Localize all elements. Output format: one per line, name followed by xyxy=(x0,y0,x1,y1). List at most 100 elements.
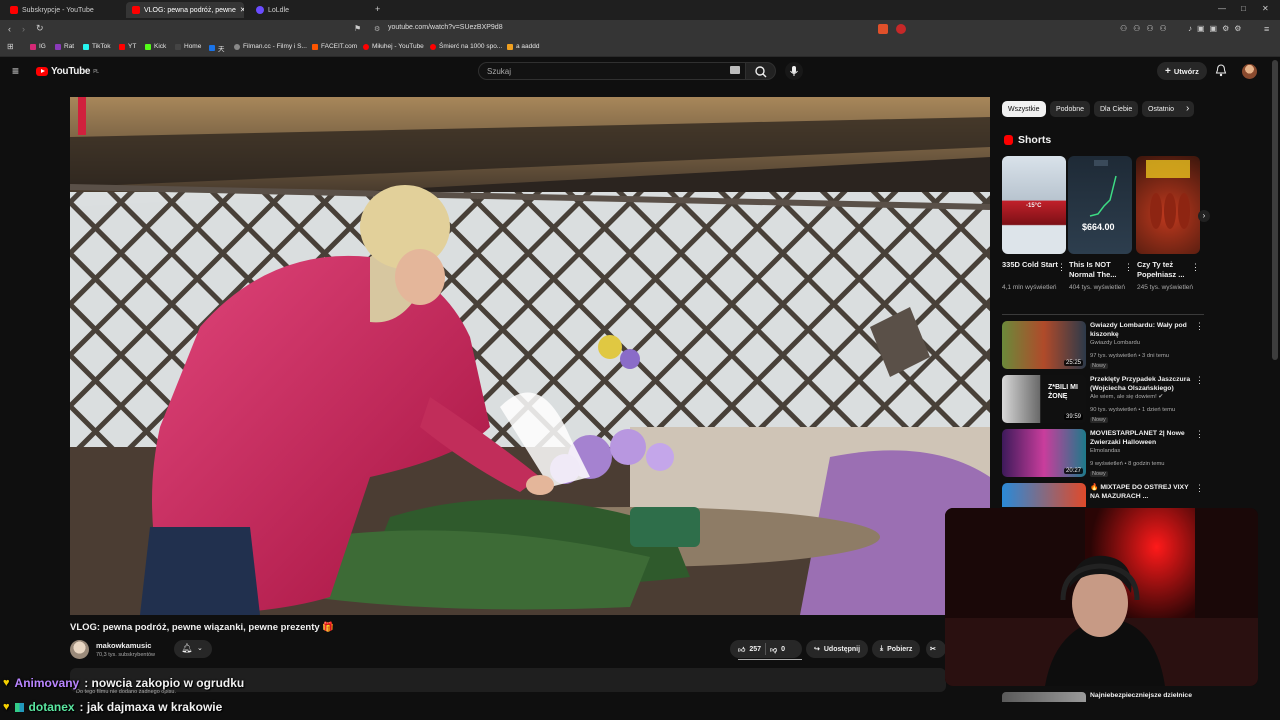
heart-badge-icon: ♥ xyxy=(3,701,10,713)
search-input[interactable]: Szukaj xyxy=(478,62,746,80)
bookmark-yt[interactable]: YT xyxy=(119,43,136,50)
video-thumbnail xyxy=(1002,483,1086,507)
chip-all[interactable]: Wszystkie xyxy=(1002,101,1046,117)
more-vert-icon[interactable]: ⋮ xyxy=(1195,483,1202,494)
bookmark-kick[interactable]: Kick xyxy=(145,43,166,50)
instagram-icon xyxy=(30,43,36,50)
like-ratio-bar xyxy=(738,659,802,660)
channel-name[interactable]: makowkamusic xyxy=(96,641,151,650)
bookmark-tiktok[interactable]: TikTok xyxy=(83,43,111,50)
menu-icon[interactable]: ≡ xyxy=(1264,24,1269,34)
video-frame xyxy=(70,97,990,615)
bookmark-miluhej[interactable]: Miłuhej - YouTube xyxy=(363,43,424,50)
divider xyxy=(1002,314,1204,315)
more-vert-icon[interactable]: ⋮ xyxy=(1195,429,1204,440)
kick-icon xyxy=(145,43,151,50)
chat-message: ♥ Animovany : nowcia zakopio w ogrudku xyxy=(3,676,244,690)
toolbar-icons[interactable]: ♪▣▣⚙⚙ xyxy=(1188,24,1246,33)
bookmark-faceit[interactable]: FACEIT.com xyxy=(312,43,357,50)
brave-shield-icon[interactable] xyxy=(878,24,888,34)
minimize-button[interactable]: — xyxy=(1218,4,1226,13)
youtube-favicon-icon xyxy=(10,6,18,14)
like-dislike-group: 👍︎ 257 👎︎ 0 xyxy=(730,640,802,658)
chevron-right-icon[interactable]: › xyxy=(1186,103,1189,114)
bookmark-aaddd[interactable]: a aaddd xyxy=(507,43,540,50)
url-field[interactable]: youtube.com/watch?v=SUezBXP9d8 xyxy=(388,24,503,31)
back-arrow-icon[interactable]: ‹ xyxy=(8,24,11,34)
divider xyxy=(765,643,767,655)
chip-for-you[interactable]: Dla Ciebie xyxy=(1094,101,1139,117)
browser-tab-vlog[interactable]: VLOG: pewna podróż, pewne ✕ xyxy=(126,2,244,18)
bookmark-tian[interactable]: 天 xyxy=(209,43,225,53)
youtube-favicon-icon xyxy=(132,6,140,14)
clip-button[interactable]: ✂ xyxy=(926,640,946,658)
loldle-favicon-icon xyxy=(256,6,264,14)
chip-related[interactable]: Podobne xyxy=(1050,101,1091,117)
recommended-video[interactable]: Z*BILI MI ŻONĘ 39:59 Przeklęty Przypadek… xyxy=(1002,375,1204,423)
more-vert-icon[interactable]: ⋮ xyxy=(1195,375,1204,386)
browser-tab-subscriptions[interactable]: Subskrypcje - YouTube xyxy=(4,2,124,18)
short-title[interactable]: This Is NOT Normal The... xyxy=(1069,260,1127,280)
voice-search-button[interactable] xyxy=(785,62,803,80)
short-views: 245 tys. wyświetleń xyxy=(1137,284,1193,291)
browser-tab-loldle[interactable]: LoLdle xyxy=(250,2,370,18)
bookmark-smierc[interactable]: Śmierć na 1000 spo... xyxy=(430,43,502,50)
site-info-icon[interactable]: ⚙ xyxy=(374,25,380,33)
chart-thumbnail-art xyxy=(1089,160,1117,217)
page-scrollbar[interactable] xyxy=(1272,60,1278,360)
youtube-icon xyxy=(363,43,369,50)
chevron-down-icon: ⌄ xyxy=(197,645,203,652)
youtube-icon xyxy=(119,43,125,50)
thumbs-up-icon[interactable]: 👍︎ xyxy=(738,645,745,654)
video-player[interactable] xyxy=(70,97,990,615)
bookmark-rat[interactable]: Rat xyxy=(55,43,74,50)
channel-avatar[interactable] xyxy=(70,640,89,659)
maximize-button[interactable]: □ xyxy=(1241,4,1246,13)
bookmark-filman[interactable]: Filman.cc - Filmy i S... xyxy=(234,43,307,50)
short-thumbnail[interactable]: $664.00 xyxy=(1068,156,1132,254)
short-title[interactable]: Czy Ty też Popełniasz ... xyxy=(1137,260,1195,280)
short-thumbnail[interactable] xyxy=(1136,156,1200,254)
video-thumbnail[interactable] xyxy=(1002,692,1086,702)
youtube-logo[interactable]: YouTube PL xyxy=(36,66,99,77)
rewards-icon[interactable] xyxy=(896,24,906,34)
keyboard-icon[interactable] xyxy=(730,66,740,74)
forward-arrow-icon[interactable]: › xyxy=(22,24,25,34)
x-icon xyxy=(175,43,181,50)
share-button[interactable]: ↪ Udostępnij xyxy=(806,640,869,658)
more-vert-icon[interactable]: ⋮ xyxy=(1195,321,1204,332)
bookmark-home[interactable]: Home xyxy=(175,43,201,50)
extensions-icon[interactable]: ⚇⚇⚇⚇ xyxy=(1120,24,1173,33)
search-button[interactable] xyxy=(746,62,776,80)
recommended-video[interactable]: 20:27 MOVIESTARPLANET 2| Nowe Zwierzaki … xyxy=(1002,429,1204,477)
close-window-button[interactable]: ✕ xyxy=(1262,4,1269,13)
thumbs-down-icon[interactable]: 👎︎ xyxy=(770,645,777,654)
dislike-count[interactable]: 0 xyxy=(781,646,785,653)
subscription-bell-button[interactable]: 🔔︎ ⌄ xyxy=(174,640,212,658)
recommended-video[interactable]: 25:25 Gwiazdy Lombardu: Wały pod kiszonk… xyxy=(1002,321,1204,369)
search-icon xyxy=(755,66,767,78)
close-tab-icon[interactable]: ✕ xyxy=(240,6,244,14)
like-count[interactable]: 257 xyxy=(749,646,761,653)
new-tab-button[interactable]: + xyxy=(375,4,380,14)
bookmark-icon[interactable]: ⚑ xyxy=(354,24,361,33)
more-vert-icon[interactable]: ⋮ xyxy=(1191,262,1200,273)
shorts-heading: Shorts xyxy=(1018,134,1052,146)
download-button[interactable]: ⤓ Pobierz xyxy=(872,640,921,658)
reload-icon[interactable]: ↻ xyxy=(36,23,44,34)
apps-grid-icon[interactable]: ⊞ xyxy=(7,42,14,51)
hamburger-menu-icon[interactable]: ≡ xyxy=(12,64,19,78)
short-thumbnail[interactable]: -15°C xyxy=(1002,156,1066,254)
shorts-next-button[interactable]: › xyxy=(1198,210,1210,222)
recommended-video-title[interactable]: Najniebezpieczniejsze dzielnice xyxy=(1090,692,1192,699)
recommended-video[interactable]: 🔥 MIXTAPE DO OSTREJ VIXY NA MAZURACH ...… xyxy=(1002,483,1202,507)
create-button[interactable]: + Utwórz xyxy=(1157,62,1207,80)
more-vert-icon[interactable]: ⋮ xyxy=(1057,262,1066,273)
more-vert-icon[interactable]: ⋮ xyxy=(1124,262,1133,273)
translate-icon xyxy=(209,45,215,51)
notifications-bell-icon[interactable] xyxy=(1215,64,1227,82)
bookmark-ig[interactable]: IG xyxy=(30,43,46,50)
user-avatar[interactable] xyxy=(1242,64,1257,79)
download-icon: ⤓ xyxy=(880,645,884,652)
short-title[interactable]: 335D Cold Start xyxy=(1002,260,1060,270)
